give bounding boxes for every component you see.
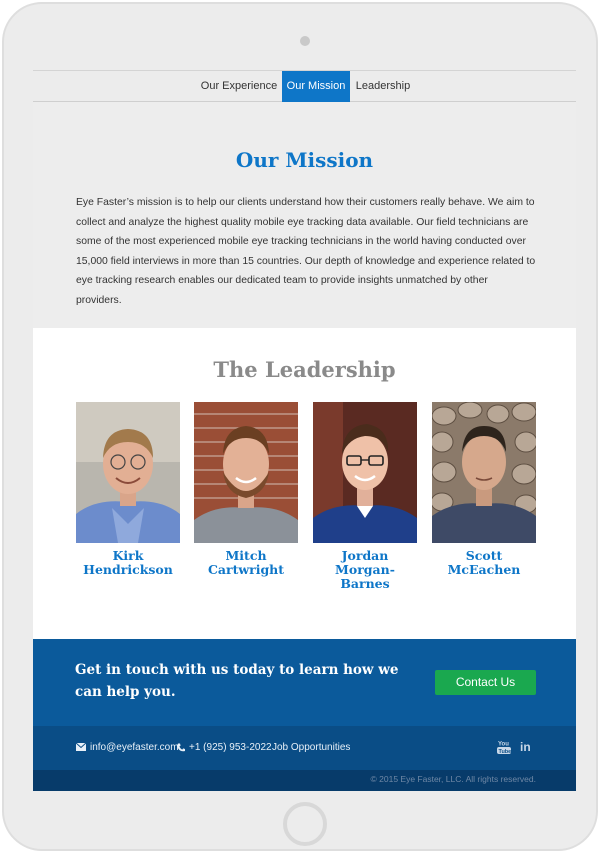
leader-name[interactable]: Jordan Morgan-Barnes <box>313 549 417 591</box>
copyright-text: © 2015 Eye Faster, LLC. All rights reser… <box>370 774 536 784</box>
leadership-title: The Leadership <box>213 357 396 382</box>
leader-photo-image <box>313 402 417 543</box>
footer-email-text: info@eyefaster.com <box>90 742 179 753</box>
leader-photo[interactable] <box>76 402 180 543</box>
job-opportunities-link[interactable]: Job Opportunities <box>272 741 350 755</box>
mission-section: Our Mission Eye Faster’s mission is to h… <box>33 102 576 328</box>
leader-photo[interactable] <box>432 402 536 543</box>
nav-leadership[interactable]: Leadership <box>353 71 413 102</box>
leader-photo-image <box>194 402 298 543</box>
leader-photo-image <box>76 402 180 543</box>
leader-first-name: Mitch <box>225 548 267 563</box>
envelope-icon <box>76 743 86 752</box>
leader-last-name: McEachen <box>447 562 521 577</box>
footer-email[interactable]: info@eyefaster.com <box>76 741 179 755</box>
footer-bar: info@eyefaster.com +1 (925) 953-2022 Job… <box>33 726 576 770</box>
leader-photo[interactable] <box>313 402 417 543</box>
leader-name[interactable]: Scott McEachen <box>432 549 536 577</box>
mission-text: Eye Faster’s mission is to help our clie… <box>76 197 536 306</box>
leader-card[interactable]: Scott McEachen <box>432 402 536 577</box>
home-button[interactable] <box>283 802 327 846</box>
mission-title: Our Mission <box>235 148 374 172</box>
phone-icon <box>177 743 185 752</box>
contact-us-button[interactable]: Contact Us <box>435 670 536 695</box>
footer-phone[interactable]: +1 (925) 953-2022 <box>177 741 272 755</box>
leader-card[interactable]: Mitch Cartwright <box>194 402 298 577</box>
svg-text:You: You <box>498 742 509 748</box>
leader-last-name: Morgan-Barnes <box>335 562 395 591</box>
svg-text:Tube: Tube <box>499 749 512 755</box>
copyright-bar: © 2015 Eye Faster, LLC. All rights reser… <box>33 770 576 791</box>
leader-last-name: Hendrickson <box>83 562 173 577</box>
tablet-frame: Our Experience Our Mission Leadership Ou… <box>2 2 598 851</box>
cta-banner: Get in touch with us today to learn how … <box>33 639 576 726</box>
leader-first-name: Scott <box>465 548 503 563</box>
leadership-section: The Leadership Kirk Hendrickson Mitch Ca… <box>33 328 576 639</box>
footer-phone-text: +1 (925) 953-2022 <box>189 742 272 753</box>
nav-our-mission[interactable]: Our Mission <box>282 71 350 102</box>
leader-photo[interactable] <box>194 402 298 543</box>
leader-last-name: Cartwright <box>207 562 285 577</box>
leader-card[interactable]: Kirk Hendrickson <box>76 402 180 577</box>
linkedin-icon[interactable]: in <box>520 740 533 758</box>
nav-our-experience[interactable]: Our Experience <box>198 71 280 102</box>
screen: Our Experience Our Mission Leadership Ou… <box>33 70 576 791</box>
leader-name[interactable]: Mitch Cartwright <box>194 549 298 577</box>
svg-text:in: in <box>520 740 531 753</box>
cta-text: Get in touch with us today to learn how … <box>75 662 399 700</box>
camera-dot <box>300 36 310 46</box>
leader-first-name: Jordan <box>341 548 389 563</box>
leader-card[interactable]: Jordan Morgan-Barnes <box>313 402 417 591</box>
section-nav: Our Experience Our Mission Leadership <box>33 70 576 102</box>
leader-photo-image <box>432 402 536 543</box>
youtube-icon[interactable]: You Tube <box>497 739 511 760</box>
leader-name[interactable]: Kirk Hendrickson <box>76 549 180 577</box>
leader-first-name: Kirk <box>112 548 144 563</box>
